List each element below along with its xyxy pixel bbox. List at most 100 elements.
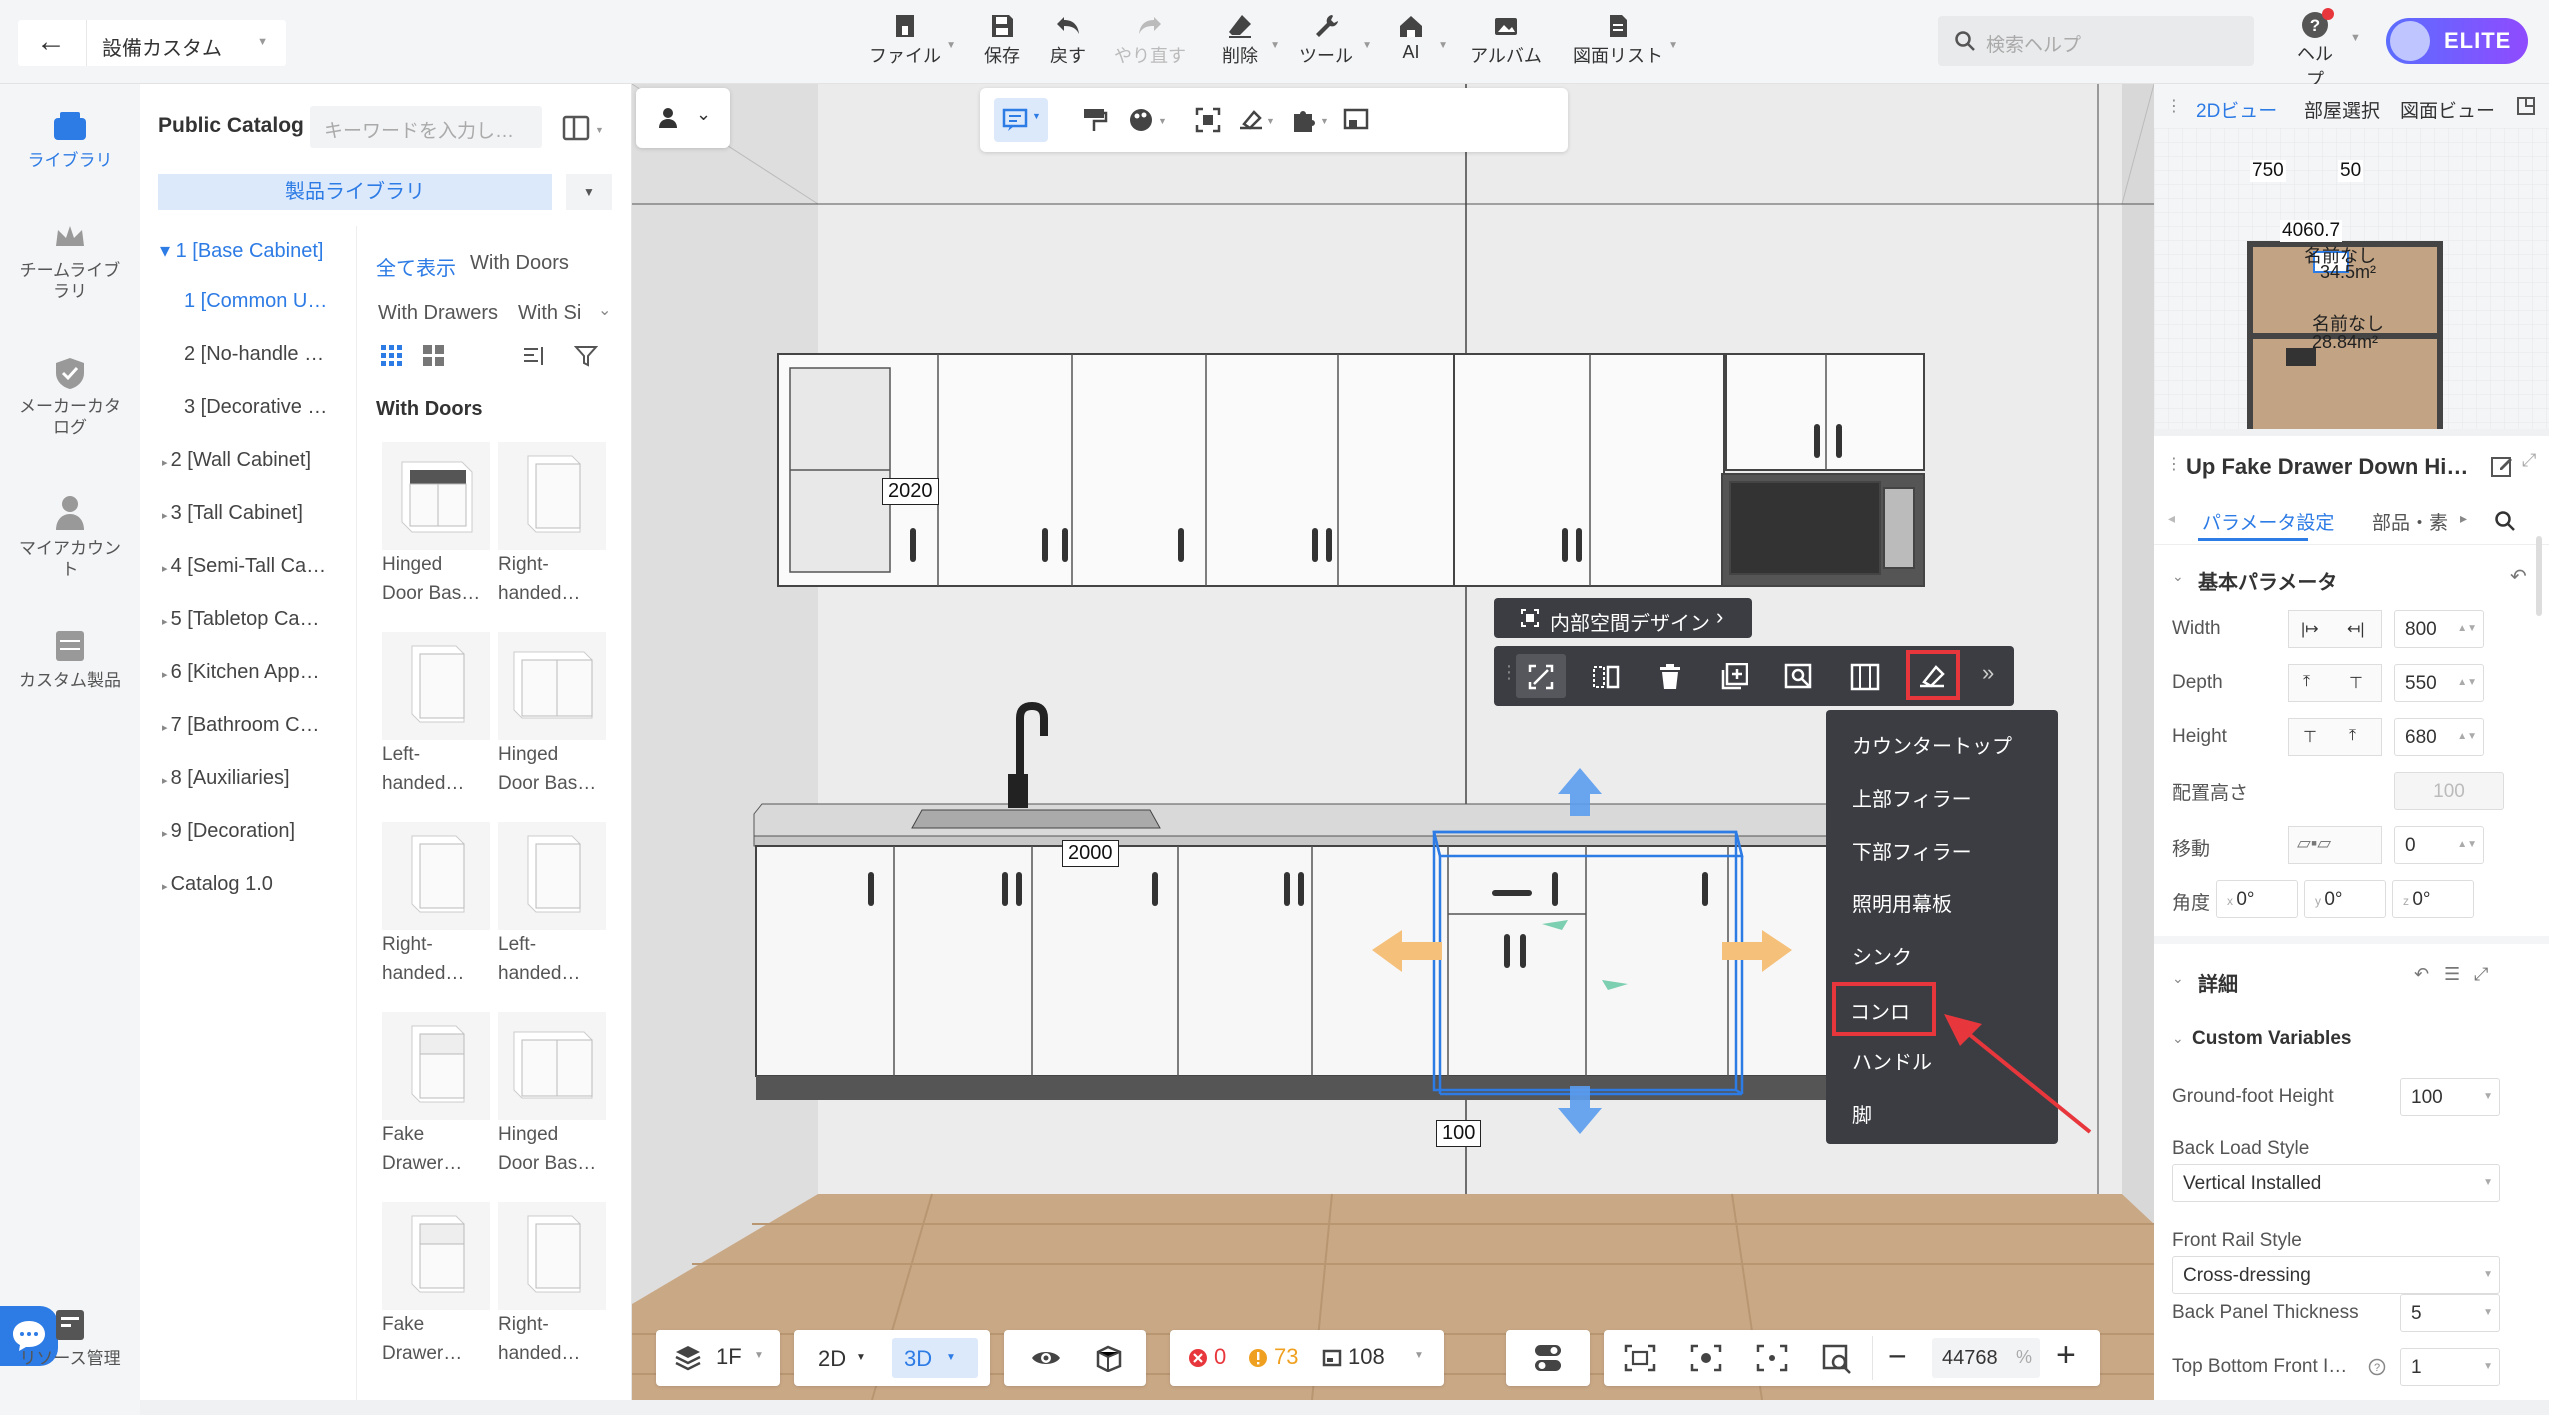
move-mode-buttons[interactable]: ▱▪▱ [2288, 826, 2382, 864]
material-picker-icon[interactable]: ▼ [1128, 106, 1168, 134]
menu-item-sink[interactable]: シンク [1852, 941, 1912, 970]
chevron-down-icon[interactable]: ▼ [566, 174, 612, 210]
render-view-icon[interactable] [1342, 106, 1370, 134]
expand-more-icon[interactable]: » [1982, 660, 1994, 686]
floor-selector[interactable]: 1F ▼ [656, 1330, 780, 1386]
level-tool-icon[interactable]: ▼ [1236, 106, 1276, 134]
edit-icon[interactable] [2490, 454, 2514, 478]
tree-item-no-handle[interactable]: 2 [No-handle … [184, 343, 334, 366]
nav-team-library[interactable]: チームライブラリ [0, 220, 140, 302]
preview-icon[interactable] [1784, 663, 1814, 691]
large-grid-icon[interactable] [422, 344, 446, 373]
product-card[interactable]: Fake Drawer… [382, 1202, 490, 1368]
zoom-search-icon[interactable] [1822, 1344, 1854, 1374]
filter-with-drawers[interactable]: With Drawers [378, 302, 498, 325]
tab-parameters[interactable]: パラメータ設定 [2202, 508, 2334, 535]
chevron-down-icon[interactable]: ⌄ [2172, 970, 2184, 987]
drawing-list-button[interactable]: 図面リスト ▼ [1572, 10, 1678, 72]
move-input[interactable]: 0 ▲▼ [2394, 826, 2484, 864]
width-direction-buttons[interactable]: |↦ ↤| [2288, 610, 2382, 648]
puzzle-icon[interactable]: ▼ [1290, 106, 1330, 134]
front-rail-style-select[interactable]: Cross-dressing ▼ [2172, 1256, 2500, 1294]
menu-item-handle[interactable]: ハンドル [1852, 1046, 1932, 1075]
height-input[interactable]: 680 ▲▼ [2394, 718, 2484, 756]
expand-icon[interactable]: ⤢ [2522, 450, 2536, 471]
accessories-tool-button[interactable] [1906, 650, 1960, 700]
placement-height-input[interactable]: 100 [2394, 772, 2504, 810]
scrollbar[interactable] [2536, 536, 2542, 616]
chevron-down-icon[interactable]: ⌄ [2172, 568, 2184, 585]
resize-tool-button[interactable] [1516, 654, 1566, 698]
expand-icon[interactable]: ⤢ [2474, 964, 2488, 985]
menu-item-legs[interactable]: 脚 [1852, 1099, 1872, 1128]
product-card[interactable]: Left-handed… [498, 822, 606, 988]
camera-settings-icon[interactable] [1690, 1344, 1722, 1372]
product-card[interactable]: Fake Drawer… [382, 1012, 490, 1178]
filter-with-doors[interactable]: With Doors [470, 252, 569, 275]
filter-with-sink[interactable]: With Si [518, 302, 581, 325]
help-search-input[interactable]: 検索ヘルプ [1938, 16, 2254, 66]
depth-direction-buttons[interactable]: ⤒ ⊤ [2288, 664, 2382, 702]
zoom-in-button[interactable]: + [2056, 1336, 2076, 1375]
delete-button[interactable]: 削除 ▼ [1214, 10, 1280, 72]
product-card[interactable]: Right-handed… [382, 822, 490, 988]
mode-3d-button[interactable]: 3D ▼ [892, 1338, 978, 1378]
save-button[interactable]: 保存 [976, 10, 1028, 72]
focus-frame-icon[interactable] [1194, 106, 1222, 134]
sort-icon[interactable] [522, 344, 546, 373]
door-panel-icon[interactable] [1850, 663, 1880, 691]
minimize-icon[interactable] [2516, 96, 2536, 116]
tree-item-tall-cabinet[interactable]: ▸ 3 [Tall Cabinet] [162, 502, 367, 525]
tree-item-common[interactable]: 1 [Common U… [184, 290, 334, 313]
grid-view-icon[interactable] [380, 344, 404, 373]
tab-parts[interactable]: 部品・素 [2372, 508, 2452, 535]
tree-item-tabletop[interactable]: ▸ 5 [Tabletop Ca… [162, 608, 367, 631]
product-card[interactable]: Hinged Door Bas… [498, 1012, 606, 1178]
nav-my-account[interactable]: マイアカウント [0, 492, 140, 580]
mode-2d-button[interactable]: 2D ▼ [808, 1338, 878, 1378]
tree-item-semi-tall[interactable]: ▸ 4 [Semi-Tall Ca… [162, 555, 367, 578]
toggle-settings-button[interactable] [1506, 1330, 1590, 1386]
filter-icon[interactable] [573, 344, 599, 373]
fit-view-icon[interactable] [1624, 1344, 1656, 1372]
file-menu[interactable]: ファイル ▼ [868, 10, 956, 72]
drag-handle-icon[interactable]: ⋮ [2166, 96, 2182, 116]
reset-icon[interactable]: ↶ [2510, 564, 2527, 589]
menu-item-top-filler[interactable]: 上部フィラー [1852, 783, 1972, 812]
menu-item-bottom-filler[interactable]: 下部フィラー [1852, 836, 1972, 865]
inner-space-design-button[interactable]: 内部空間デザイン › [1494, 598, 1752, 638]
back-panel-thickness-input[interactable]: 5 ▼ [2400, 1294, 2500, 1332]
back-arrow-icon[interactable]: ← [36, 27, 70, 58]
width-input[interactable]: 800 ▲▼ [2394, 610, 2484, 648]
zoom-out-button[interactable]: − [1888, 1338, 1907, 1375]
layout-toggle-icon[interactable]: ▼ [562, 114, 604, 142]
tree-item-catalog-1[interactable]: ▸ Catalog 1.0 [162, 873, 367, 896]
product-card[interactable]: Hinged Door Bas… [498, 632, 606, 798]
product-card[interactable]: Right-handed… [498, 1202, 606, 1368]
nav-resource-management[interactable]: リソース管理 [0, 1308, 140, 1369]
paint-roller-icon[interactable] [1080, 106, 1108, 134]
drag-handle-icon[interactable]: ⋮ [2166, 454, 2182, 474]
product-card[interactable]: Left-handed… [382, 632, 490, 798]
keyword-search-input[interactable]: キーワードを入力し… [310, 106, 542, 148]
tree-item-decoration[interactable]: ▸ 9 [Decoration] [162, 820, 367, 843]
chevron-down-icon[interactable]: ▼ [257, 36, 268, 48]
search-icon[interactable] [2494, 510, 2516, 532]
top-bottom-front-input[interactable]: 1 ▼ [2400, 1348, 2500, 1386]
menu-item-cooktop[interactable]: コンロ [1832, 982, 1936, 1036]
tools-menu[interactable]: ツール ▼ [1294, 10, 1372, 72]
filter-all[interactable]: 全て表示 [376, 252, 456, 281]
issue-counters[interactable]: 0 73 108 ▼ [1170, 1330, 1444, 1386]
ai-menu[interactable]: AI ▼ [1388, 10, 1448, 72]
chevron-down-icon[interactable]: ⌄ [598, 300, 611, 320]
tree-item-wall-cabinet[interactable]: ▸ 2 [Wall Cabinet] [162, 449, 367, 472]
depth-input[interactable]: 550 ▲▼ [2394, 664, 2484, 702]
box-3d-icon[interactable] [1094, 1344, 1124, 1372]
help-button[interactable]: ? ヘルプ [2290, 10, 2340, 90]
menu-item-light-valance[interactable]: 照明用幕板 [1852, 888, 1952, 917]
nav-library[interactable]: ライブラリ [0, 110, 140, 171]
tab-drawing-view[interactable]: 図面ビュー [2400, 96, 2495, 123]
project-selector[interactable]: ← 設備カスタム ▼ [18, 20, 286, 66]
redo-button[interactable]: やり直す [1112, 10, 1188, 72]
chevron-left-icon[interactable]: ◂ [2168, 510, 2175, 527]
